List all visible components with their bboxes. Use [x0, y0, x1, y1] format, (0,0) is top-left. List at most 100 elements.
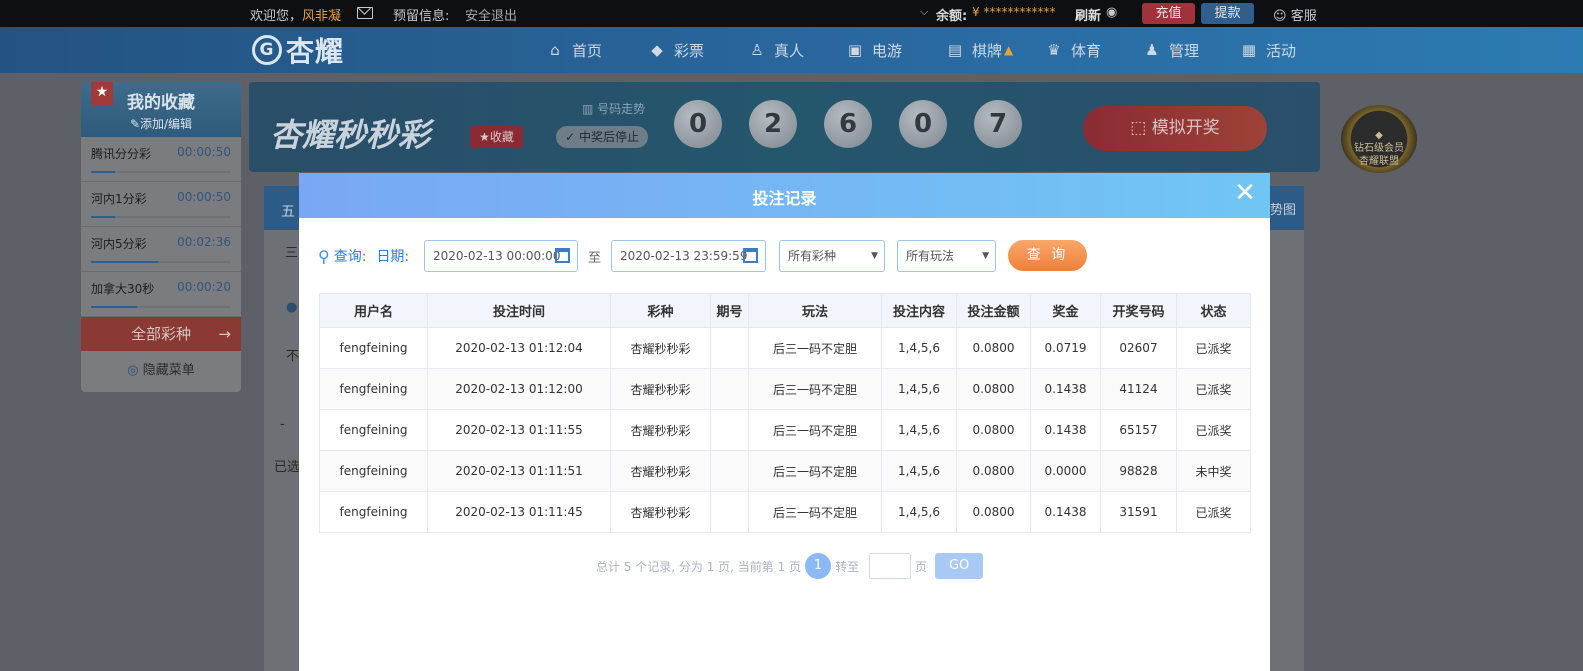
- lottery-select[interactable]: 所有彩种 ▼: [779, 240, 885, 272]
- cell-prize: 0.0000: [1030, 450, 1101, 492]
- cell-status[interactable]: 已派奖: [1176, 327, 1251, 369]
- hot-flame-icon: ▲: [1004, 43, 1014, 57]
- withdraw-button[interactable]: 提款: [1201, 3, 1254, 24]
- all-lottery-button[interactable]: 全部彩种 →: [81, 317, 241, 351]
- logo-icon: G: [252, 35, 282, 65]
- refresh-link[interactable]: 刷新: [1075, 5, 1101, 24]
- top-bar: 欢迎您，风非凝 预留信息: 安全退出 ⌵ 余额: ¥ ************ …: [0, 0, 1583, 27]
- check-icon: ✓: [565, 130, 576, 144]
- cell-prize: 0.1438: [1030, 491, 1101, 533]
- table-row[interactable]: fengfeining 2020-02-13 01:12:00 杏耀秒秒彩 后三…: [319, 368, 1251, 410]
- date-to-input[interactable]: 2020-02-13 23:59:59: [611, 240, 766, 272]
- nav-sports[interactable]: ♛ 体育: [1045, 40, 1101, 60]
- eye-icon[interactable]: ◉: [1106, 5, 1117, 20]
- column-header: 投注时间: [427, 293, 611, 328]
- table-row[interactable]: fengfeining 2020-02-13 01:11:55 杏耀秒秒彩 后三…: [319, 409, 1251, 451]
- column-header: 投注金额: [956, 293, 1031, 328]
- recharge-button[interactable]: 充值: [1142, 3, 1195, 24]
- caret-down-icon: ▼: [982, 251, 989, 261]
- chart-icon: ▥: [582, 102, 594, 116]
- chevron-down-icon[interactable]: ⌵: [920, 5, 928, 19]
- nav-manage[interactable]: ♟ 管理: [1143, 40, 1199, 60]
- favorite-name: 腾讯分分彩: [91, 147, 152, 161]
- goto-page-input[interactable]: [869, 553, 912, 579]
- table-row[interactable]: fengfeining 2020-02-13 01:11:51 杏耀秒秒彩 后三…: [319, 450, 1251, 492]
- trophy-icon: ♛: [1047, 41, 1061, 59]
- cards-icon: ▤: [947, 41, 963, 59]
- cell-status[interactable]: 已派奖: [1176, 409, 1251, 451]
- service-link[interactable]: ☺ 客服: [1273, 5, 1317, 24]
- play-select[interactable]: 所有玩法 ▼: [897, 240, 996, 272]
- cell-play: 后三一码不定胆: [748, 450, 882, 492]
- edit-favorites-label: 添加/编辑: [140, 117, 193, 131]
- site-logo[interactable]: G 杏耀: [252, 31, 344, 69]
- nav-home[interactable]: ⌂ 首页: [546, 40, 602, 60]
- countdown-bar: [91, 216, 231, 218]
- nav-activity[interactable]: ▦ 活动: [1240, 40, 1296, 60]
- subtab-label[interactable]: 三: [285, 242, 298, 261]
- favorite-item[interactable]: 河内1分彩 00:00:50: [81, 182, 241, 227]
- cell-issue: [710, 491, 749, 533]
- column-header: 开奖号码: [1100, 293, 1177, 328]
- trend-link[interactable]: ▥ 号码走势: [582, 100, 645, 117]
- cell-status[interactable]: 已派奖: [1176, 491, 1251, 533]
- mail-icon[interactable]: [357, 7, 373, 19]
- nav-lottery[interactable]: ◆ 彩票: [648, 40, 704, 60]
- cell-content: 1,4,5,6: [881, 327, 957, 369]
- username-link[interactable]: 风非凝: [302, 9, 341, 24]
- favorite-name: 加拿大30秒: [91, 282, 155, 296]
- page-number-button[interactable]: 1: [805, 553, 832, 579]
- cell-amount: 0.0800: [956, 368, 1031, 410]
- nav-sports-label: 体育: [1071, 41, 1102, 60]
- cell-content: 1,4,5,6: [881, 409, 957, 451]
- favorite-item[interactable]: 河内5分彩 00:02:36: [81, 227, 241, 272]
- go-button[interactable]: GO: [935, 553, 984, 579]
- cell-user: fengfeining: [319, 409, 428, 451]
- favorites-sidebar: ★ 我的收藏 ✎添加/编辑 腾讯分分彩 00:00:50 河内1分彩 00:00:5…: [81, 82, 241, 392]
- cell-play: 后三一码不定胆: [748, 368, 882, 410]
- tab-five[interactable]: 五: [281, 201, 295, 221]
- result-ball: 6: [824, 100, 872, 148]
- nav-egame-label: 电游: [872, 41, 903, 60]
- diamond-icon: ◆: [1375, 130, 1383, 141]
- table-row[interactable]: fengfeining 2020-02-13 01:12:04 杏耀秒秒彩 后三…: [319, 327, 1251, 369]
- welcome-label: 欢迎您，: [250, 9, 303, 24]
- query-button[interactable]: 查 询: [1008, 240, 1087, 271]
- cell-time: 2020-02-13 01:12:04: [427, 327, 611, 369]
- cell-status[interactable]: 未中奖: [1176, 450, 1251, 492]
- pagination: 总计 5 个记录, 分为 1 页, 当前第 1 页 1 转至 页 GO: [596, 553, 984, 579]
- date-from-input[interactable]: 2020-02-13 00:00:00: [424, 240, 578, 272]
- calendar-icon[interactable]: [743, 248, 758, 263]
- nav-chess[interactable]: ▤ 棋牌 ▲: [946, 40, 1013, 60]
- calendar-icon[interactable]: [555, 248, 570, 263]
- edit-favorites-link[interactable]: ✎添加/编辑: [81, 115, 241, 132]
- hide-menu-button[interactable]: ◎ 隐藏菜单: [81, 351, 241, 391]
- cell-user: fengfeining: [319, 327, 428, 369]
- cell-amount: 0.0800: [956, 327, 1031, 369]
- favorite-item[interactable]: 腾讯分分彩 00:00:50: [81, 137, 241, 182]
- favorite-countdown: 00:02:36: [177, 235, 231, 249]
- favorite-button[interactable]: ★收藏: [470, 126, 523, 148]
- column-header: 用户名: [319, 293, 428, 328]
- logout-link[interactable]: 安全退出: [465, 5, 517, 24]
- query-bar: ⚲ 查询: 日期:: [318, 240, 419, 272]
- table-row[interactable]: fengfeining 2020-02-13 01:11:45 杏耀秒秒彩 后三…: [319, 491, 1251, 533]
- trend-chart-tab[interactable]: 势图: [1270, 199, 1296, 218]
- favorite-item[interactable]: 加拿大30秒 00:00:20: [81, 272, 241, 317]
- modal-title: 投注记录: [752, 189, 817, 208]
- cell-status[interactable]: 已派奖: [1176, 368, 1251, 410]
- cell-time: 2020-02-13 01:11:51: [427, 450, 611, 492]
- close-icon[interactable]: ✕: [1232, 180, 1258, 207]
- query-label: 查询:: [333, 249, 367, 265]
- cell-number: 31591: [1100, 491, 1177, 533]
- minus-button[interactable]: -: [280, 417, 285, 432]
- nav-live[interactable]: ♙ 真人: [748, 40, 804, 60]
- nav-egame[interactable]: ▣ 电游: [846, 40, 902, 60]
- simulate-draw-button[interactable]: ⬚ 模拟开奖: [1083, 106, 1267, 151]
- star-icon: ★: [91, 82, 113, 106]
- countdown-bar: [91, 261, 231, 263]
- stop-on-win-checkbox[interactable]: ✓ 中奖后停止: [556, 126, 648, 148]
- cell-number: 41124: [1100, 368, 1177, 410]
- column-header: 彩种: [610, 293, 711, 328]
- column-header: 状态: [1176, 293, 1251, 328]
